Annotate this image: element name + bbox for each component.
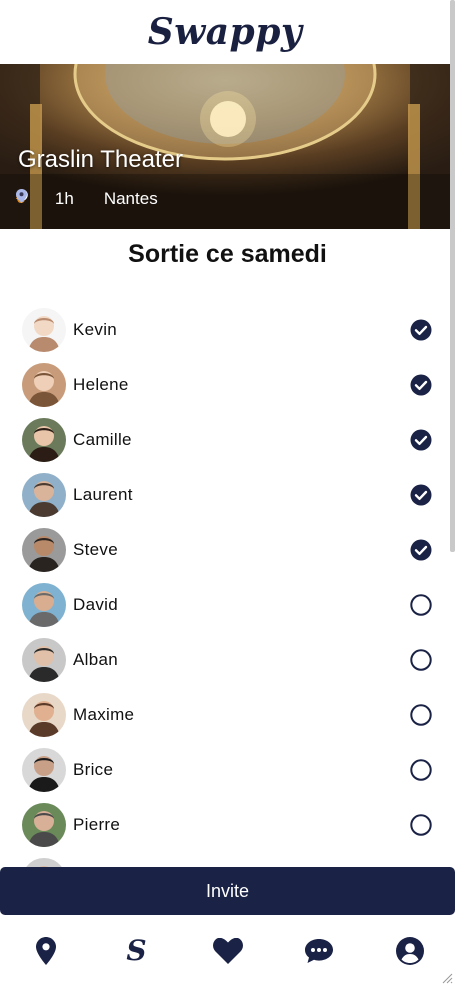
friend-name: Laurent [73, 484, 133, 504]
event-meta: € 1h Nantes [16, 189, 188, 209]
friend-name: Camille [73, 429, 132, 449]
friend-row[interactable]: Maxime [0, 687, 450, 742]
friend-name: Maxime [73, 704, 135, 724]
nav-favorites[interactable] [206, 929, 250, 973]
friend-name: Brice [73, 759, 114, 779]
scrollbar[interactable] [450, 0, 455, 552]
friend-row[interactable]: Kevin [0, 302, 450, 357]
avatar [22, 307, 66, 352]
avatar [22, 527, 66, 572]
friend-row[interactable]: Camille [0, 412, 450, 467]
avatar [22, 637, 66, 682]
friend-row[interactable]: Laurent [0, 467, 450, 522]
map-pin-icon [35, 936, 56, 965]
duration-item: 1h [16, 189, 74, 209]
friend-list[interactable]: Kevin Helene Camille Laurent Steve David Alban… [0, 302, 450, 867]
location-pin-icon [16, 189, 27, 203]
nav-map[interactable] [24, 929, 68, 973]
friend-name: Steve [73, 539, 118, 559]
friend-name: Helene [73, 374, 129, 394]
check-circle-empty-icon[interactable] [410, 759, 432, 781]
app-header: Swappy [0, 0, 450, 64]
avatar [22, 417, 66, 462]
event-location: Nantes [103, 189, 158, 208]
check-circle-filled-icon[interactable] [410, 484, 432, 506]
avatar [22, 692, 66, 737]
avatar [22, 857, 66, 867]
friend-row[interactable]: Helene [0, 357, 450, 412]
friend-row[interactable]: Steve [0, 522, 450, 577]
check-circle-filled-icon[interactable] [410, 429, 432, 451]
friend-row[interactable]: Pierre [0, 797, 450, 852]
avatar [22, 472, 66, 517]
event-hero[interactable]: Graslin Theater € 1h Nantes [0, 64, 450, 229]
profile-icon [395, 936, 424, 965]
friend-row[interactable] [0, 852, 450, 867]
app-logo: Swappy [147, 11, 303, 53]
check-circle-filled-icon[interactable] [410, 539, 432, 561]
nav-messages[interactable] [297, 929, 341, 973]
friend-name: Kevin [73, 319, 118, 339]
avatar [22, 802, 66, 847]
friend-row[interactable]: Alban [0, 632, 450, 687]
event-title: Graslin Theater [18, 146, 183, 173]
check-circle-empty-icon[interactable] [410, 814, 432, 836]
bottom-nav: S [0, 915, 455, 986]
swappy-s-icon: S [126, 934, 147, 967]
section-title: Sortie ce samedi [128, 240, 327, 268]
invite-button[interactable]: Invite [0, 867, 455, 915]
event-duration: 1h [54, 189, 74, 208]
nav-swappy[interactable]: S [115, 929, 159, 973]
check-circle-filled-icon[interactable] [410, 374, 432, 396]
avatar [22, 747, 66, 792]
friend-name: David [73, 594, 118, 614]
check-circle-filled-icon[interactable] [410, 319, 432, 341]
friend-row[interactable]: David [0, 577, 450, 632]
location-item: Nantes [16, 189, 158, 209]
nav-profile[interactable] [388, 929, 432, 973]
friend-name: Alban [73, 649, 118, 669]
check-circle-empty-icon[interactable] [410, 649, 432, 671]
heart-icon [212, 937, 243, 964]
chat-icon [304, 938, 333, 963]
avatar [22, 362, 66, 407]
check-circle-empty-icon[interactable] [410, 594, 432, 616]
check-circle-empty-icon[interactable] [410, 704, 432, 726]
friend-row[interactable]: Brice [0, 742, 450, 797]
resize-handle-icon[interactable] [441, 972, 453, 984]
avatar [22, 582, 66, 627]
friend-name: Pierre [73, 814, 121, 834]
